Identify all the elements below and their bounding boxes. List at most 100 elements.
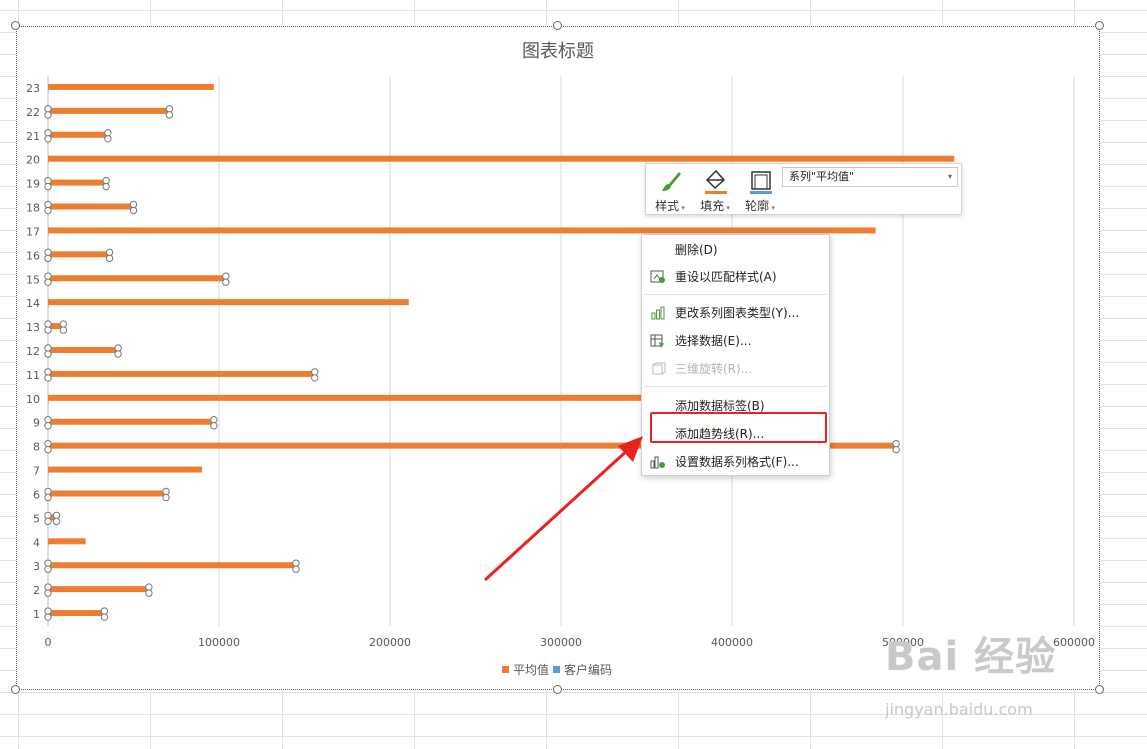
outline-button[interactable]: 轮廓 ▾ — [738, 164, 782, 216]
bar-selection-handle — [44, 129, 52, 137]
bar-avg — [48, 418, 214, 425]
bar-selection-handle — [44, 565, 52, 573]
bar-selection-handle — [44, 320, 52, 328]
chart-legend[interactable]: 平均值 客户编码 — [502, 661, 612, 678]
bar-selection-handle — [44, 176, 52, 185]
series-select[interactable]: 系列"平均值" ▾ — [782, 167, 958, 187]
bar-avg — [48, 299, 409, 306]
bar-selection-handle — [44, 326, 52, 334]
menu-item-change-chart-type[interactable]: 更改系列图表类型(Y)... — [642, 300, 829, 326]
bar-selection-handle — [52, 511, 61, 520]
chevron-down-icon: ▾ — [724, 204, 730, 212]
bar-selection-handle — [292, 559, 300, 567]
y-tick-label: 14 — [26, 297, 40, 310]
watermark: Bai 经验 jingyan.baidu.com — [885, 624, 1125, 724]
chevron-down-icon: ▾ — [769, 204, 775, 212]
bar-selection-handle — [114, 350, 122, 358]
bar-selection-handle — [44, 182, 52, 191]
bar-selection-handle — [44, 559, 52, 567]
bar-selection-handle — [292, 565, 300, 573]
bar-code — [48, 161, 49, 165]
bar-avg — [48, 370, 315, 377]
bar-avg — [48, 394, 647, 401]
bar-selection-handle — [44, 254, 52, 263]
annotation-arrow — [483, 436, 643, 582]
y-tick-label: 19 — [26, 178, 40, 191]
bar-avg — [48, 83, 214, 90]
x-tick-label: 100000 — [198, 636, 240, 649]
bar-selection-handle — [59, 326, 68, 334]
bar-avg — [48, 490, 166, 497]
bar-selection-handle — [44, 374, 52, 382]
y-tick-label: 21 — [26, 130, 40, 143]
y-tick-label: 15 — [26, 273, 40, 286]
watermark-url: jingyan.baidu.com — [885, 700, 1033, 719]
bar-selection-handle — [44, 248, 52, 257]
bar-selection-handle — [44, 511, 52, 520]
bar-selection-handle — [44, 493, 52, 502]
bar-selection-handle — [100, 607, 109, 615]
chevron-down-icon: ▾ — [947, 172, 952, 181]
resize-handle-bottom-left[interactable] — [11, 685, 20, 694]
brush-icon — [662, 172, 681, 191]
fill-button[interactable]: 填充 ▾ — [693, 164, 737, 216]
bar-selection-handle — [892, 445, 900, 454]
bar-avg — [48, 562, 296, 569]
bar-code — [48, 544, 49, 548]
bar-selection-handle — [162, 493, 170, 502]
bar-selection-handle — [165, 105, 174, 113]
style-button[interactable]: 样式 ▾ — [648, 164, 692, 216]
y-tick-label: 13 — [26, 321, 40, 334]
y-tick-label: 23 — [26, 82, 40, 95]
bar-selection-handle — [44, 278, 52, 286]
bar-selection-handle — [210, 416, 218, 424]
bar-selection-handle — [114, 344, 122, 352]
y-tick-label: 18 — [26, 202, 40, 215]
bar-selection-handle — [44, 368, 52, 376]
menu-item-label: 选择数据(E)... — [675, 334, 752, 348]
y-tick-label: 1 — [33, 608, 40, 621]
bar-selection-handle — [102, 176, 110, 185]
x-tick-label: 0 — [45, 636, 52, 649]
y-tick-label: 8 — [33, 441, 40, 454]
bar-avg — [48, 155, 955, 162]
bar-avg — [48, 586, 149, 593]
y-tick-label: 10 — [26, 393, 40, 406]
menu-item-label: 更改系列图表类型(Y)... — [675, 306, 800, 320]
bar-code — [48, 305, 49, 309]
bar-code — [48, 472, 49, 476]
bar-selection-handle — [44, 350, 52, 358]
menu-item-reset-style[interactable]: 重设以匹配样式(A) — [642, 264, 829, 290]
bar-selection-handle — [44, 135, 52, 143]
bar-selection-handle — [100, 613, 109, 621]
bar-selection-handle — [129, 200, 138, 209]
reset-style-icon — [650, 270, 665, 283]
y-tick-label: 5 — [33, 512, 40, 525]
bar-selection-handle — [129, 206, 138, 215]
menu-item-format-data-series[interactable]: 设置数据系列格式(F)... — [642, 449, 829, 475]
y-tick-label: 7 — [33, 465, 40, 478]
menu-item-select-data[interactable]: 选择数据(E)... — [642, 328, 829, 354]
bar-selection-handle — [44, 416, 52, 424]
y-tick-label: 4 — [33, 536, 40, 549]
fill-label: 填充 — [700, 199, 725, 213]
bar-selection-handle — [162, 487, 170, 496]
bar-selection-handle — [44, 200, 52, 209]
x-tick-label: 400000 — [711, 636, 753, 649]
y-tick-label: 2 — [33, 584, 40, 597]
watermark-logo: Bai 经验 — [885, 634, 1057, 680]
menu-item-delete[interactable]: 删除(D) — [642, 237, 829, 263]
y-tick-label: 9 — [33, 417, 40, 430]
bar-selection-handle — [105, 248, 114, 257]
resize-handle-bottom-center[interactable] — [553, 685, 562, 694]
annotation-highlight-box — [650, 412, 827, 443]
bar-selection-handle — [44, 583, 52, 591]
y-tick-label: 6 — [33, 488, 40, 501]
bar-selection-handle — [311, 368, 319, 376]
bar-code — [48, 400, 49, 404]
bar-selection-handle — [59, 320, 68, 328]
bar-selection-handle — [892, 439, 900, 448]
bar-avg — [48, 251, 110, 258]
chevron-down-icon: ▾ — [679, 204, 685, 212]
bar-code — [48, 89, 49, 93]
